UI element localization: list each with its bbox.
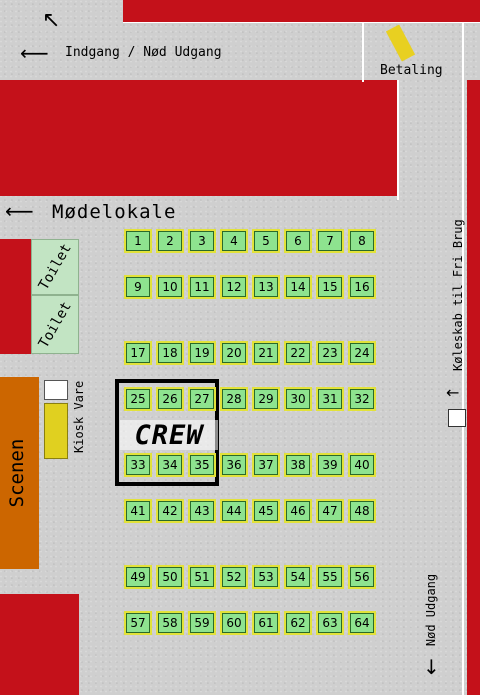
seat-18[interactable]: 18 — [156, 341, 184, 365]
seat-52[interactable]: 52 — [220, 565, 248, 589]
entrance-arrow: ⟵ — [20, 41, 49, 65]
seat-44[interactable]: 44 — [220, 499, 248, 523]
seat-39[interactable]: 39 — [316, 453, 344, 477]
seat-34[interactable]: 34 — [156, 453, 184, 477]
seat-17[interactable]: 17 — [124, 341, 152, 365]
seat-24[interactable]: 24 — [348, 341, 376, 365]
seat-49[interactable]: 49 — [124, 565, 152, 589]
seat-8[interactable]: 8 — [348, 229, 376, 253]
seat-38[interactable]: 38 — [284, 453, 312, 477]
kiosk-yellow-box — [44, 403, 68, 459]
seat-60[interactable]: 60 — [220, 611, 248, 635]
seat-22[interactable]: 22 — [284, 341, 312, 365]
seat-35[interactable]: 35 — [188, 453, 216, 477]
left-wall-lower — [0, 594, 79, 695]
seat-47[interactable]: 47 — [316, 499, 344, 523]
emergency-exit-arrow: ↓ — [423, 655, 440, 679]
fridge-arrow: ← — [446, 383, 460, 402]
seat-56[interactable]: 56 — [348, 565, 376, 589]
seat-50[interactable]: 50 — [156, 565, 184, 589]
seat-20[interactable]: 20 — [220, 341, 248, 365]
seat-3[interactable]: 3 — [188, 229, 216, 253]
seat-43[interactable]: 43 — [188, 499, 216, 523]
seat-48[interactable]: 48 — [348, 499, 376, 523]
toilet-2-label: Toilet — [35, 298, 75, 351]
seat-54[interactable]: 54 — [284, 565, 312, 589]
toilet-2: Toilet — [31, 295, 79, 354]
seat-29[interactable]: 29 — [252, 387, 280, 411]
seat-64[interactable]: 64 — [348, 611, 376, 635]
toilet-1-label: Toilet — [35, 241, 75, 293]
divider-line — [397, 80, 399, 200]
kiosk-label: Kiosk Vare — [72, 380, 86, 453]
seat-51[interactable]: 51 — [188, 565, 216, 589]
seat-26[interactable]: 26 — [156, 387, 184, 411]
seat-61[interactable]: 61 — [252, 611, 280, 635]
divider-line — [362, 22, 364, 82]
seat-30[interactable]: 30 — [284, 387, 312, 411]
seat-28[interactable]: 28 — [220, 387, 248, 411]
seat-46[interactable]: 46 — [284, 499, 312, 523]
seat-15[interactable]: 15 — [316, 275, 344, 299]
seat-53[interactable]: 53 — [252, 565, 280, 589]
payment-label: Betaling — [380, 63, 443, 78]
left-wall-upper — [0, 239, 31, 354]
seat-6[interactable]: 6 — [284, 229, 312, 253]
entrance-arrow-diagonal: ↖ — [42, 8, 61, 33]
entrance-label: Indgang / Nød Udgang — [65, 45, 222, 60]
stage-label: Scenen — [6, 438, 28, 508]
central-hall-block — [0, 80, 397, 196]
seat-25[interactable]: 25 — [124, 387, 152, 411]
seat-40[interactable]: 40 — [348, 453, 376, 477]
seat-19[interactable]: 19 — [188, 341, 216, 365]
seat-14[interactable]: 14 — [284, 275, 312, 299]
seat-16[interactable]: 16 — [348, 275, 376, 299]
payment-marker — [385, 24, 416, 62]
seat-27[interactable]: 27 — [188, 387, 216, 411]
seat-9[interactable]: 9 — [124, 275, 152, 299]
seat-11[interactable]: 11 — [188, 275, 216, 299]
seat-31[interactable]: 31 — [316, 387, 344, 411]
seat-23[interactable]: 23 — [316, 341, 344, 365]
seat-37[interactable]: 37 — [252, 453, 280, 477]
meeting-room-arrow: ⟵ — [5, 199, 34, 223]
seat-63[interactable]: 63 — [316, 611, 344, 635]
seat-32[interactable]: 32 — [348, 387, 376, 411]
kiosk-white-box — [44, 380, 68, 400]
seat-5[interactable]: 5 — [252, 229, 280, 253]
seat-42[interactable]: 42 — [156, 499, 184, 523]
seat-45[interactable]: 45 — [252, 499, 280, 523]
seat-57[interactable]: 57 — [124, 611, 152, 635]
fridge-box — [448, 409, 466, 427]
seat-33[interactable]: 33 — [124, 453, 152, 477]
seat-4[interactable]: 4 — [220, 229, 248, 253]
seat-21[interactable]: 21 — [252, 341, 280, 365]
toilet-1: Toilet — [31, 239, 79, 295]
seat-36[interactable]: 36 — [220, 453, 248, 477]
seat-1[interactable]: 1 — [124, 229, 152, 253]
seat-13[interactable]: 13 — [252, 275, 280, 299]
seat-62[interactable]: 62 — [284, 611, 312, 635]
top-wall — [123, 0, 480, 22]
emergency-exit-label: Nød Udgang — [424, 573, 438, 647]
seat-41[interactable]: 41 — [124, 499, 152, 523]
seat-55[interactable]: 55 — [316, 565, 344, 589]
crew-label: CREW — [120, 420, 218, 451]
fridge-label: Køleskab til Fri Brug — [451, 219, 465, 371]
right-wall — [467, 80, 480, 695]
seat-12[interactable]: 12 — [220, 275, 248, 299]
seat-2[interactable]: 2 — [156, 229, 184, 253]
seat-7[interactable]: 7 — [316, 229, 344, 253]
seat-58[interactable]: 58 — [156, 611, 184, 635]
seat-59[interactable]: 59 — [188, 611, 216, 635]
meeting-room-label: Mødelokale — [52, 201, 177, 223]
seat-10[interactable]: 10 — [156, 275, 184, 299]
divider-line — [123, 22, 480, 23]
